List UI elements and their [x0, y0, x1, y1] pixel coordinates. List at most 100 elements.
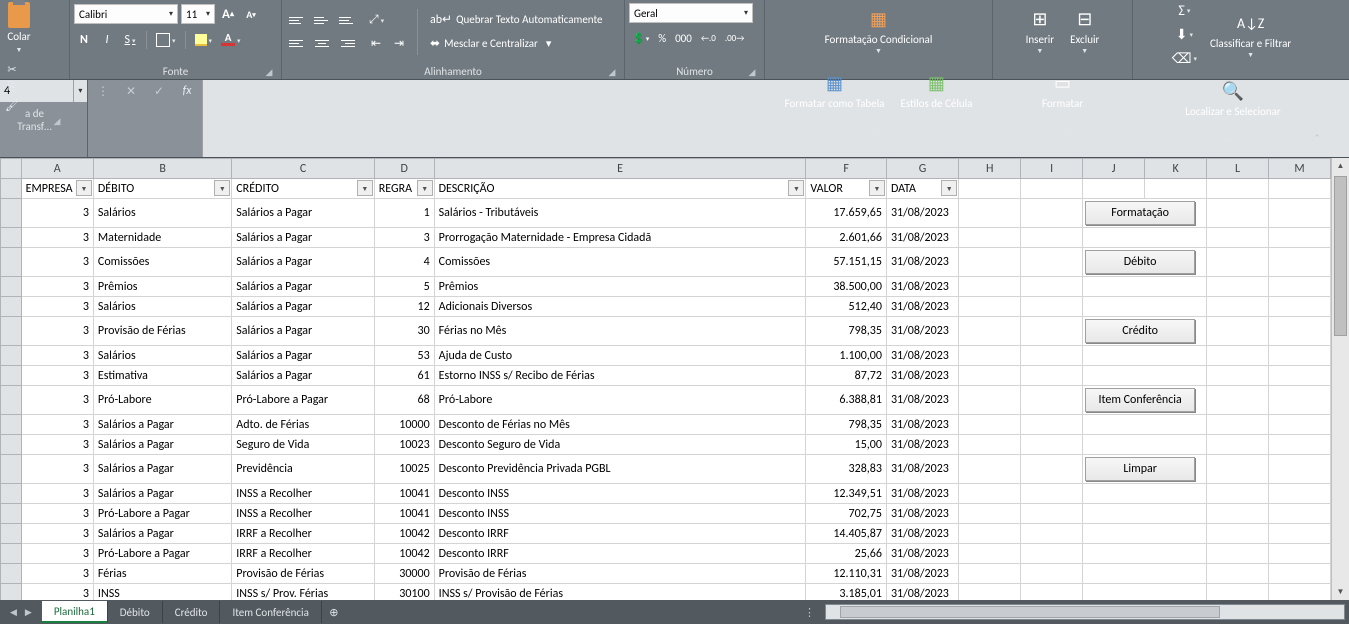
tab-nav-next[interactable]: ▶ — [25, 607, 32, 618]
name-box-dropdown[interactable]: ▾ — [74, 80, 87, 102]
cell[interactable]: Salários — [93, 346, 231, 366]
cell[interactable]: 3.185,01 — [806, 584, 887, 601]
col-header-m[interactable]: M — [1268, 159, 1330, 179]
cell[interactable]: 10041 — [374, 484, 434, 504]
cell[interactable]: Comissões — [434, 248, 806, 277]
col-header-i[interactable]: I — [1021, 159, 1083, 179]
cell[interactable]: Salários a Pagar — [232, 248, 375, 277]
cell[interactable]: 3 — [21, 524, 93, 544]
row-header[interactable] — [1, 584, 22, 601]
cell[interactable]: 10023 — [374, 435, 434, 455]
row-header[interactable] — [1, 179, 22, 199]
row-header[interactable] — [1, 564, 22, 584]
merge-center-button[interactable]: ⬌Mesclar e Centralizar▾ — [426, 32, 607, 56]
row-header[interactable] — [1, 199, 22, 228]
cell[interactable]: 30000 — [374, 564, 434, 584]
cell[interactable]: 31/08/2023 — [886, 248, 958, 277]
shrink-font-button[interactable]: A▾ — [241, 4, 261, 24]
format-as-table-button[interactable]: ▦ Formatar como Tabela▼ — [779, 64, 891, 124]
cell[interactable]: 3 — [21, 277, 93, 297]
cell[interactable]: Pró-Labore a Pagar — [93, 504, 231, 524]
find-select-button[interactable]: 🔍 Localizar e Selecionar▼ — [1179, 72, 1286, 132]
cell[interactable]: 31/08/2023 — [886, 564, 958, 584]
spreadsheet-grid[interactable]: A B C D E F G H I J K L M EMPRESA▼DÉBITO… — [0, 158, 1331, 600]
sort-filter-button[interactable]: A↓Z Classificar e Filtrar▼ — [1204, 4, 1297, 64]
cell[interactable]: Comissões — [93, 248, 231, 277]
cell[interactable]: Salários a Pagar — [232, 199, 375, 228]
cell[interactable]: Salários a Pagar — [93, 415, 231, 435]
cell[interactable]: INSS a Recolher — [232, 504, 375, 524]
cell[interactable]: INSS — [93, 584, 231, 601]
align-left-button[interactable] — [286, 33, 308, 53]
cell[interactable]: 12.349,51 — [806, 484, 887, 504]
increase-decimal-button[interactable]: ←.0 — [698, 28, 719, 48]
cell[interactable]: 31/08/2023 — [886, 317, 958, 346]
cell[interactable]: Salários a Pagar — [232, 228, 375, 248]
col-header-h[interactable]: H — [959, 159, 1021, 179]
cell[interactable]: Salários a Pagar — [232, 297, 375, 317]
row-header[interactable] — [1, 277, 22, 297]
font-launcher[interactable]: ◢ — [263, 66, 275, 78]
cell[interactable]: 31/08/2023 — [886, 544, 958, 564]
align-top-button[interactable] — [286, 10, 308, 30]
cell[interactable]: Desconto INSS — [434, 484, 806, 504]
paste-button[interactable]: Colar ▼ — [4, 0, 34, 54]
filter-button[interactable]: ▼ — [214, 180, 230, 196]
cell[interactable]: Pró-Labore a Pagar — [232, 386, 375, 415]
cell[interactable]: Salários a Pagar — [93, 435, 231, 455]
alignment-launcher[interactable]: ◢ — [606, 66, 618, 78]
cell[interactable]: 1.100,00 — [806, 346, 887, 366]
comma-style-button[interactable]: 000 — [672, 28, 695, 48]
row-header[interactable] — [1, 228, 22, 248]
cell-styles-button[interactable]: ▦ Estilos de Célula▼ — [894, 64, 978, 124]
worksheet-button-formatação[interactable]: Formatação — [1085, 201, 1195, 225]
filter-button[interactable]: ▼ — [869, 180, 885, 196]
cell[interactable]: 31/08/2023 — [886, 199, 958, 228]
cell[interactable]: Salários — [93, 297, 231, 317]
border-button[interactable]: ▾ — [153, 30, 179, 50]
cell[interactable]: 31/08/2023 — [886, 386, 958, 415]
new-sheet-button[interactable]: ⊕ — [322, 606, 346, 619]
cell[interactable]: 15,00 — [806, 435, 887, 455]
align-bottom-button[interactable] — [336, 10, 358, 30]
cell[interactable]: 3 — [21, 455, 93, 484]
cell[interactable]: Estorno INSS s/ Recibo de Férias — [434, 366, 806, 386]
cell[interactable]: 10041 — [374, 504, 434, 524]
cell[interactable]: 30100 — [374, 584, 434, 601]
cell[interactable]: Salários — [93, 199, 231, 228]
sheet-tab-planilha1[interactable]: Planilha1 — [42, 601, 108, 623]
cell[interactable]: 512,40 — [806, 297, 887, 317]
cell[interactable]: 798,35 — [806, 317, 887, 346]
cell[interactable]: 3 — [21, 564, 93, 584]
fill-button[interactable]: ⬇▾ — [1169, 24, 1200, 44]
worksheet-button-item-conferência[interactable]: Item Conferência — [1085, 388, 1195, 412]
col-header-a[interactable]: A — [21, 159, 93, 179]
cell[interactable]: Salários a Pagar — [232, 317, 375, 346]
cell[interactable]: 4 — [374, 248, 434, 277]
scroll-up-icon[interactable]: ▲ — [1332, 158, 1349, 174]
cell[interactable]: 30 — [374, 317, 434, 346]
filter-button[interactable]: ▼ — [76, 180, 92, 196]
cell[interactable]: 3 — [21, 415, 93, 435]
select-all-corner[interactable] — [1, 159, 22, 179]
row-header[interactable] — [1, 524, 22, 544]
col-header-b[interactable]: B — [93, 159, 231, 179]
sheet-tab-item-conferencia[interactable]: Item Conferência — [220, 601, 321, 623]
row-header[interactable] — [1, 415, 22, 435]
cell[interactable]: 61 — [374, 366, 434, 386]
cell[interactable]: Provisão de Férias — [434, 564, 806, 584]
insert-function-button[interactable]: fx — [178, 80, 196, 102]
insert-cells-button[interactable]: ⊞ Inserir▼ — [1020, 0, 1061, 60]
worksheet-button-débito[interactable]: Débito — [1085, 250, 1195, 274]
cell[interactable]: Prêmios — [93, 277, 231, 297]
filter-button[interactable]: ▼ — [417, 180, 433, 196]
format-cells-button[interactable]: ▭ Formatar▼ — [1036, 64, 1089, 124]
cell[interactable]: INSS a Recolher — [232, 484, 375, 504]
wrap-text-button[interactable]: ab↵Quebrar Texto Automaticamente — [426, 8, 607, 32]
cell[interactable]: 3 — [21, 248, 93, 277]
cell[interactable]: 53 — [374, 346, 434, 366]
row-header[interactable] — [1, 455, 22, 484]
col-header-g[interactable]: G — [886, 159, 958, 179]
cell[interactable]: 798,35 — [806, 415, 887, 435]
cell[interactable]: 3 — [374, 228, 434, 248]
